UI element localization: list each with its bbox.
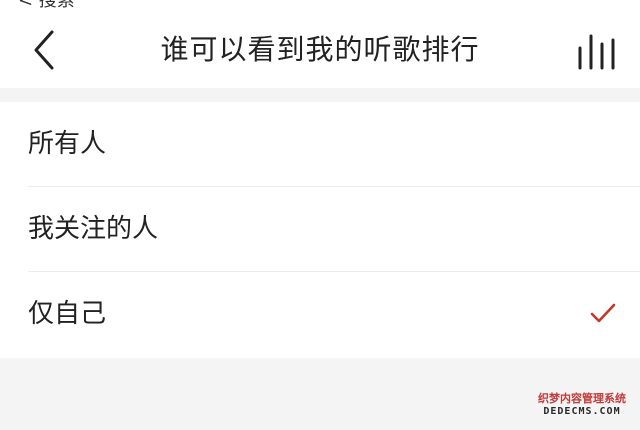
option-label: 所有人 [28,129,107,159]
option-label: 仅自己 [28,299,107,329]
checkmark-icon [590,303,616,323]
option-label: 我关注的人 [28,214,159,244]
option-following[interactable]: 我关注的人 [0,187,640,272]
watermark-bottom-text: DEDECMS.COM [543,406,621,417]
navigation-bar: < 搜索 谁可以看到我的听歌排行 [0,0,640,88]
watermark: 织梦内容管理系统 DEDECMS.COM [530,392,634,418]
back-hint-text[interactable]: < 搜索 [18,0,75,11]
option-only-me[interactable]: 仅自己 [0,272,640,357]
option-everyone[interactable]: 所有人 [0,102,640,187]
visibility-options-list: 所有人 我关注的人 仅自己 [0,102,640,358]
section-gap [0,88,640,102]
page-title: 谁可以看到我的听歌排行 [160,33,480,66]
bars-icon[interactable] [576,32,620,72]
watermark-top-text: 织梦内容管理系统 [538,392,626,405]
